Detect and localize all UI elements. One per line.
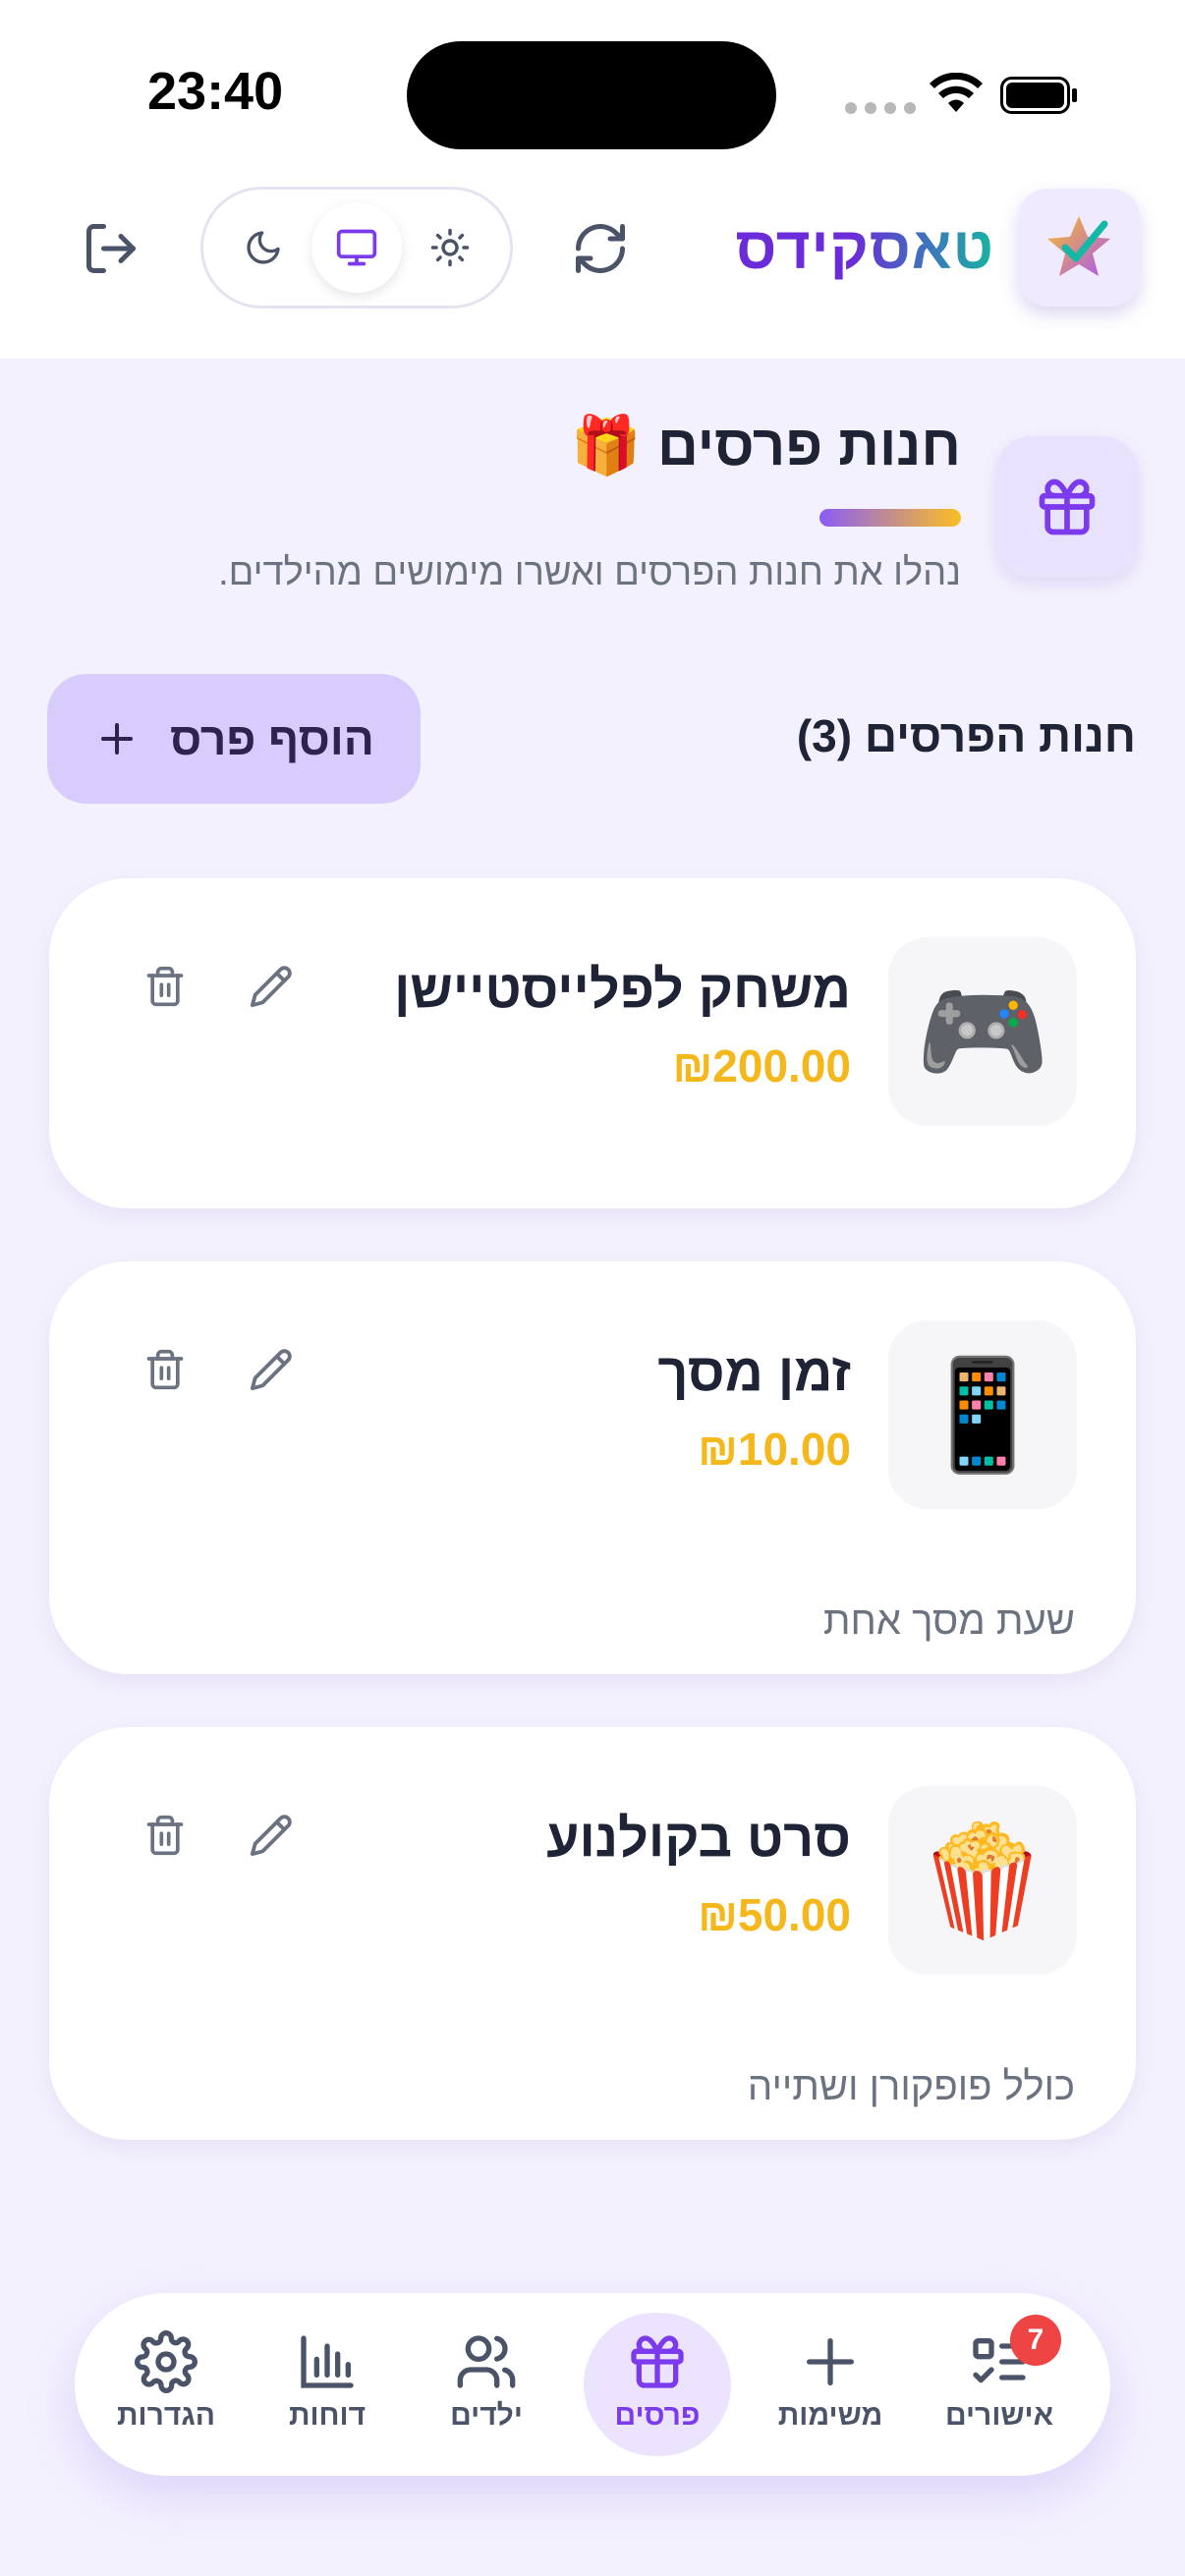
page-icon (996, 436, 1138, 578)
logout-icon (86, 224, 136, 273)
nav-item-kids[interactable]: ילדים (413, 2313, 560, 2456)
page-title: חנות פרסים 🎁 (570, 414, 961, 477)
pencil-icon (250, 1815, 292, 1857)
add-reward-label: הוסף פרס (170, 713, 374, 764)
delete-reward-button[interactable] (136, 1340, 195, 1399)
reward-card: 📱 זמן מסך ₪10.00 שעת מסך אחת (49, 1261, 1136, 1674)
app-name: טאסקידס (735, 215, 994, 281)
gift-icon (631, 2335, 684, 2388)
trash-icon (146, 966, 184, 1007)
rewards-section-title: חנות הפרסים (3) (796, 710, 1136, 761)
reward-price: ₪50.00 (698, 1889, 851, 1940)
reward-description: כולל פופקורן ושתייה (747, 2065, 1075, 2108)
refresh-button[interactable] (566, 214, 635, 283)
approvals-badge: 7 (1010, 2315, 1061, 2366)
wifi-icon (930, 73, 983, 112)
title-underline (819, 509, 961, 527)
theme-dark-button[interactable] (218, 202, 309, 293)
status-time: 23:40 (147, 62, 284, 121)
reward-description: שעת מסך אחת (822, 1599, 1075, 1643)
theme-toggle (200, 187, 513, 308)
nav-label: הגדרות (117, 2399, 215, 2432)
bar-chart-icon (301, 2335, 354, 2388)
nav-item-settings[interactable]: הגדרות (92, 2313, 240, 2456)
app-logo[interactable] (1018, 189, 1140, 307)
users-icon (457, 2335, 516, 2388)
sun-icon (430, 228, 469, 267)
trash-icon (146, 1815, 184, 1856)
reward-name: משחק לפלייסטיישן (394, 960, 851, 1019)
nav-label: פרסים (614, 2399, 701, 2432)
reward-price: ₪10.00 (698, 1424, 851, 1475)
cellular-signal-icon (845, 102, 916, 114)
reward-name: זמן מסך (657, 1343, 851, 1402)
reward-price: ₪200.00 (672, 1040, 851, 1092)
battery-icon (1000, 77, 1077, 114)
moon-icon (247, 231, 280, 264)
reward-card: 🍿 סרט בקולנוע ₪50.00 כולל פופקורן ושתייה (49, 1727, 1136, 2140)
nav-label: משימות (777, 2399, 883, 2432)
gear-icon (135, 2330, 198, 2393)
trash-icon (146, 1349, 184, 1390)
edit-reward-button[interactable] (242, 1806, 301, 1865)
app-header: 23:40 טאסקידס (0, 0, 1185, 359)
theme-system-button[interactable] (310, 202, 402, 293)
reward-image: 🍿 (888, 1786, 1077, 1975)
nav-item-reports[interactable]: דוחות (254, 2313, 401, 2456)
theme-light-button[interactable] (405, 202, 495, 293)
dynamic-island (407, 41, 776, 149)
nav-label: אישורים (944, 2399, 1054, 2432)
pencil-icon (250, 966, 292, 1008)
nav-label: דוחות (288, 2399, 367, 2432)
reward-card: 🎮 משחק לפלייסטיישן ₪200.00 (49, 878, 1136, 1208)
nav-label: ילדים (450, 2399, 523, 2432)
add-reward-button[interactable]: הוסף פרס (47, 674, 421, 804)
edit-reward-button[interactable] (242, 957, 301, 1016)
delete-reward-button[interactable] (136, 1806, 195, 1865)
delete-reward-button[interactable] (136, 957, 195, 1016)
nav-item-approvals[interactable]: אישורים 7 (926, 2313, 1073, 2456)
plus-icon (101, 723, 134, 755)
refresh-icon (576, 224, 625, 273)
monitor-icon (336, 229, 377, 266)
status-icons (845, 69, 1081, 118)
page-subtitle: נהלו את חנות הפרסים ואשרו מימושים מהילדי… (218, 552, 961, 593)
reward-image: 📱 (888, 1320, 1077, 1509)
reward-name: סרט בקולנוע (546, 1809, 851, 1868)
logout-button[interactable] (77, 214, 145, 283)
pencil-icon (250, 1349, 292, 1391)
bottom-nav: אישורים 7 משימות פרסים ילדים דוחות הגדרו… (75, 2293, 1110, 2476)
gift-icon (1039, 478, 1096, 535)
plus-icon (807, 2338, 854, 2385)
star-check-icon (1047, 216, 1110, 276)
reward-image: 🎮 (888, 937, 1077, 1126)
nav-item-rewards[interactable]: פרסים (584, 2313, 731, 2456)
nav-item-tasks[interactable]: משימות (757, 2313, 904, 2456)
edit-reward-button[interactable] (242, 1340, 301, 1399)
